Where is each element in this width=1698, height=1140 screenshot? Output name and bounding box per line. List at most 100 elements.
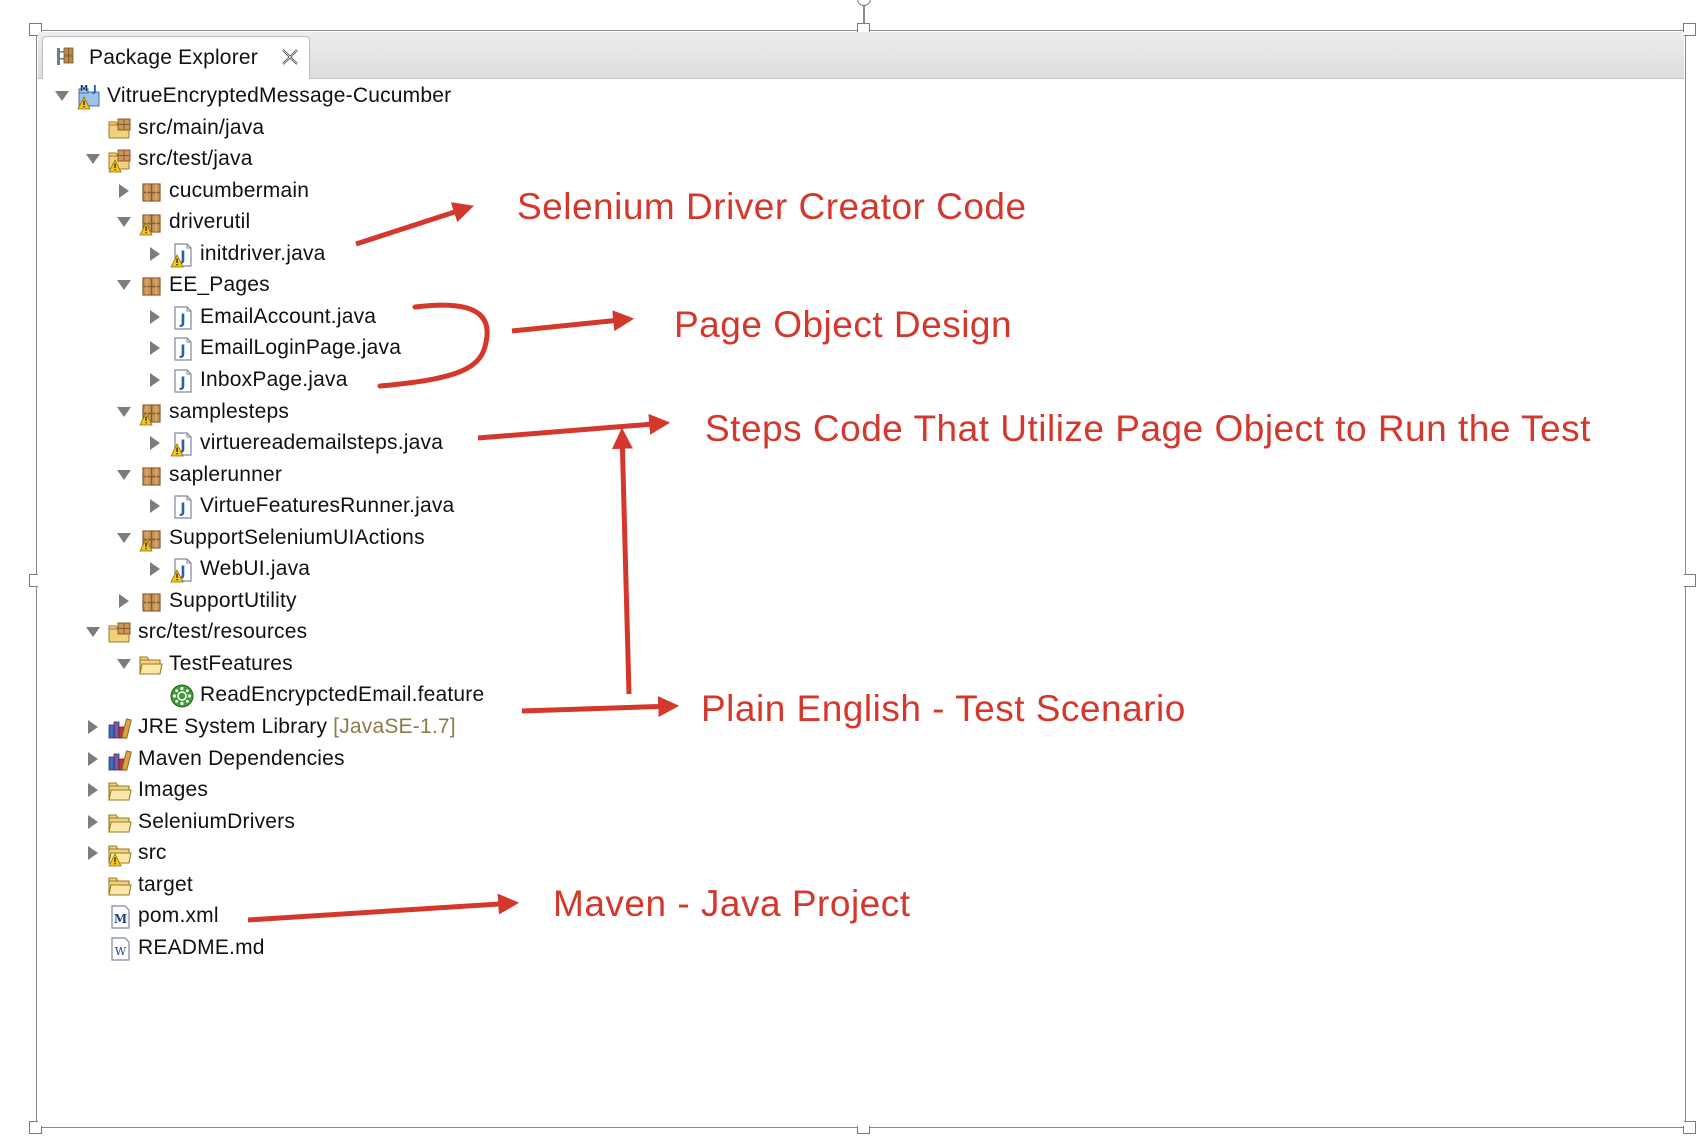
java-file-icon: J: [174, 495, 192, 519]
source-folder-icon: [108, 149, 131, 173]
rotation-handle[interactable]: [857, 0, 871, 6]
view-tab-strip: Package Explorer: [38, 32, 1684, 79]
markdown-file-icon: W: [111, 937, 130, 961]
tree-item[interactable]: Maven Dependencies: [85, 745, 985, 775]
tree-item-label: InboxPage.java: [200, 367, 348, 391]
tree-item[interactable]: EE_Pages: [116, 271, 1016, 301]
source-folder-icon: [108, 118, 131, 139]
tree-item[interactable]: M J VitrueEncryptedMessage-Cucumber: [54, 82, 954, 112]
tree-item-label: src/main/java: [138, 115, 265, 139]
expanded-triangle-icon[interactable]: [116, 530, 132, 546]
project-tree: M J VitrueEncryptedMessage-Cucumber src/mai…: [38, 78, 1684, 1126]
collapsed-triangle-icon[interactable]: [147, 372, 163, 388]
collapsed-triangle-icon[interactable]: [147, 561, 163, 577]
expanded-triangle-icon[interactable]: [116, 656, 132, 672]
collapsed-triangle-icon[interactable]: [85, 814, 101, 830]
tree-item-label: EmailLoginPage.java: [200, 336, 402, 360]
tree-item-label: EmailAccount.java: [200, 304, 377, 328]
tab-package-explorer[interactable]: Package Explorer: [42, 36, 310, 79]
tree-item-label: target: [138, 872, 193, 896]
java-file-icon: J: [170, 558, 192, 583]
tree-item[interactable]: src/test/java: [85, 145, 985, 175]
collapsed-triangle-icon[interactable]: [85, 719, 101, 735]
tree-item[interactable]: src: [85, 839, 985, 869]
cucumber-feature-icon: [170, 684, 194, 708]
tree-item[interactable]: W README.md: [85, 934, 985, 964]
tree-item-label: Images: [138, 778, 209, 802]
expanded-triangle-icon[interactable]: [116, 214, 132, 230]
expanded-triangle-icon[interactable]: [54, 88, 70, 104]
resize-handle-bottom-right[interactable]: [1683, 1121, 1696, 1134]
tree-item-label: TestFeatures: [169, 651, 293, 675]
java-file-icon: J: [174, 337, 192, 361]
svg-text:J: J: [92, 84, 97, 95]
library-icon: [108, 749, 132, 771]
annotation-page-object: Page Object Design: [674, 304, 1013, 345]
expanded-triangle-icon[interactable]: [85, 624, 101, 640]
tree-item[interactable]: TestFeatures: [116, 650, 1016, 680]
annotation-driver-creator: Selenium Driver Creator Code: [517, 186, 1027, 227]
collapsed-triangle-icon[interactable]: [116, 183, 132, 199]
tree-item[interactable]: SupportSeleniumUIActions: [116, 524, 1016, 554]
tree-item-label: cucumbermain: [169, 178, 310, 202]
svg-text:J: J: [179, 375, 185, 391]
package-icon: [142, 466, 161, 486]
java-file-icon: J: [174, 369, 192, 393]
collapsed-triangle-icon[interactable]: [147, 309, 163, 325]
collapsed-triangle-icon[interactable]: [116, 593, 132, 609]
tree-item[interactable]: SupportUtility: [116, 587, 1016, 617]
tree-item-label: src/test/java: [138, 147, 253, 171]
tree-item[interactable]: J WebUI.java: [147, 555, 1047, 585]
tree-item-label: README.md: [138, 935, 265, 959]
collapsed-triangle-icon[interactable]: [147, 435, 163, 451]
source-folder-icon: [108, 622, 131, 643]
tree-item[interactable]: SeleniumDrivers: [85, 808, 985, 838]
tree-item-label: SupportUtility: [169, 588, 297, 612]
java-file-icon: J: [174, 306, 192, 330]
tree-item[interactable]: src/test/resources: [85, 618, 985, 648]
collapsed-triangle-icon[interactable]: [85, 751, 101, 767]
folder-icon: [108, 845, 132, 867]
tree-item[interactable]: Jinitdriver.java: [147, 240, 1047, 270]
tree-item[interactable]: J InboxPage.java: [147, 366, 1047, 396]
tree-item[interactable]: src/main/java: [85, 114, 985, 144]
expanded-triangle-icon[interactable]: [116, 404, 132, 420]
package-explorer-icon: [57, 47, 74, 65]
tree-item[interactable]: J VirtueFeaturesRunner.java: [147, 492, 1047, 522]
expanded-triangle-icon[interactable]: [85, 151, 101, 167]
package-icon: [139, 403, 161, 425]
package-icon: [139, 530, 161, 552]
tree-item[interactable]: Images: [85, 776, 985, 806]
tree-item-label: EE_Pages: [169, 273, 270, 297]
svg-text:M: M: [114, 912, 127, 926]
package-icon: [139, 214, 161, 236]
resize-handle-middle-right[interactable]: [1683, 574, 1696, 587]
expanded-triangle-icon[interactable]: [116, 277, 132, 293]
tree-item-label: initdriver.java: [200, 241, 326, 265]
tree-item-label: VitrueEncryptedMessage-Cucumber: [107, 84, 452, 107]
tree-item-label: src: [138, 841, 167, 865]
collapsed-triangle-icon[interactable]: [147, 340, 163, 356]
expanded-triangle-icon[interactable]: [116, 467, 132, 483]
library-icon: [108, 718, 132, 739]
resize-handle-top-right[interactable]: [1683, 23, 1696, 36]
close-icon[interactable]: [279, 46, 301, 68]
collapsed-triangle-icon[interactable]: [85, 782, 101, 798]
tree-item-label: ReadEncrypctedEmail.feature: [200, 683, 485, 707]
collapsed-triangle-icon[interactable]: [147, 498, 163, 514]
tree-item-label: saplerunner: [169, 462, 283, 486]
tree-item-label: SupportSeleniumUIActions: [169, 525, 425, 549]
folder-icon: [108, 814, 132, 833]
svg-text:M: M: [80, 84, 88, 93]
tree-item-label: VirtueFeaturesRunner.java: [200, 494, 455, 518]
java-file-icon: J: [170, 243, 192, 268]
svg-text:W: W: [115, 945, 127, 958]
tree-item-label: JRE System Library [JavaSE-1.7]: [138, 715, 456, 738]
tree-item-label: pom.xml: [138, 904, 219, 928]
annotation-plain-english: Plain English - Test Scenario: [701, 688, 1186, 729]
tree-item[interactable]: saplerunner: [116, 461, 1016, 491]
collapsed-triangle-icon[interactable]: [147, 246, 163, 262]
package-icon: [142, 183, 161, 202]
maven-pom-icon: M: [111, 905, 130, 929]
collapsed-triangle-icon[interactable]: [85, 845, 101, 861]
